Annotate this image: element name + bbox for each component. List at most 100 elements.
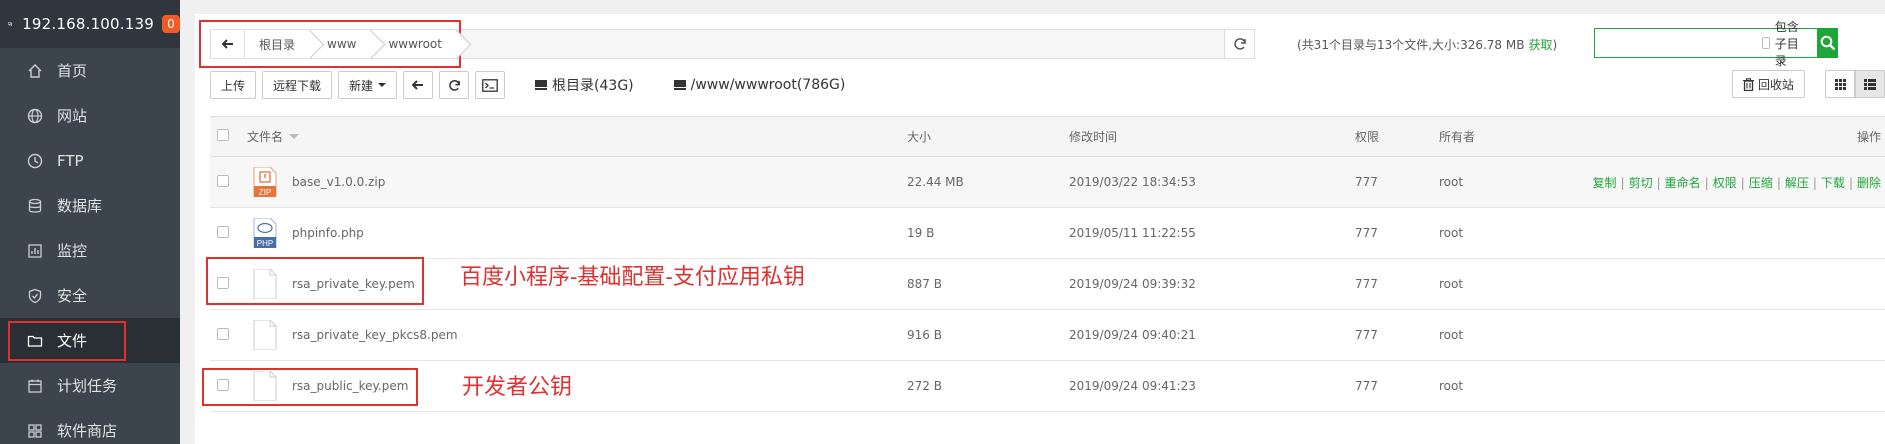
refresh-button[interactable]	[439, 71, 470, 99]
trash-icon	[1742, 77, 1754, 91]
file-name[interactable]: phpinfo.php	[292, 226, 364, 240]
row-checkbox[interactable]	[217, 225, 229, 238]
disk-wwwroot[interactable]: /www/wwwroot(786G)	[673, 77, 845, 93]
search-button[interactable]	[1817, 28, 1838, 58]
table-row[interactable]: ZIP base_v1.0.0.zip 22.44 MB 2019/03/22 …	[210, 157, 1885, 208]
sort-icon	[289, 134, 300, 139]
list-icon	[1864, 78, 1876, 90]
file-name[interactable]: rsa_private_key.pem	[292, 277, 415, 291]
caret-down-icon	[378, 83, 387, 87]
sidebar-item-label: 监控	[57, 242, 88, 260]
sidebar-item-store[interactable]: 软件商店	[0, 408, 180, 444]
include-subdir-checkbox[interactable]: 包含子目录	[1762, 18, 1817, 69]
php-file-icon: PHP	[253, 218, 277, 248]
terminal-icon	[482, 78, 498, 92]
list-view-button[interactable]	[1855, 70, 1885, 98]
header-owner: 所有者	[1439, 130, 1476, 144]
arrow-left-icon	[221, 39, 233, 49]
compress-link[interactable]: 压缩	[1749, 176, 1773, 190]
back-dir-button[interactable]	[403, 71, 434, 99]
row-checkbox[interactable]	[217, 327, 229, 340]
sidebar-item-label: FTP	[57, 151, 84, 170]
sidebar-item-label: 计划任务	[57, 377, 118, 395]
sidebar-item-database[interactable]: 数据库	[0, 183, 180, 228]
view-toggle	[1825, 70, 1885, 98]
file-name[interactable]: base_v1.0.0.zip	[292, 175, 385, 189]
sidebar-item-label: 首页	[57, 62, 88, 80]
file-name[interactable]: rsa_private_key_pkcs8.pem	[292, 328, 458, 342]
svg-text:ZIP: ZIP	[259, 188, 271, 197]
upload-button[interactable]: 上传	[210, 71, 257, 99]
harddisk-icon	[673, 80, 686, 90]
disk-root[interactable]: 根目录(43G)	[535, 75, 634, 95]
private-key-annotation: 百度小程序-基础配置-支付应用私钥	[460, 265, 805, 290]
notification-badge[interactable]: 0	[162, 15, 180, 33]
row-actions: 复制 | 剪切 | 重命名 | 权限 | 压缩 | 解压 | 下载 | 删除	[1592, 175, 1881, 190]
search-input[interactable]	[1595, 29, 1762, 57]
path-input-area[interactable]	[460, 30, 1224, 58]
file-icon	[253, 320, 277, 350]
copy-link[interactable]: 复制	[1593, 176, 1617, 190]
file-icon	[253, 371, 277, 401]
header-size[interactable]: 大小	[907, 128, 1069, 145]
sidebar-item-home[interactable]: 首页	[0, 48, 180, 93]
permission-link[interactable]: 权限	[1713, 176, 1737, 190]
sidebar-item-ftp[interactable]: FTP	[0, 138, 180, 183]
server-header[interactable]: 192.168.100.139 0	[0, 0, 180, 48]
sidebar-item-monitor[interactable]: 监控	[0, 228, 180, 273]
table-row[interactable]: rsa_private_key.pem 887 B 2019/09/24 09:…	[206, 257, 1885, 310]
sidebar-item-tasks[interactable]: 计划任务	[0, 363, 180, 408]
remote-download-button[interactable]: 远程下载	[262, 71, 333, 99]
sidebar-item-label: 网站	[57, 107, 88, 125]
zip-file-icon: ZIP	[253, 167, 277, 197]
toolbar-right: 回收站	[1731, 70, 1885, 98]
table-row[interactable]: PHP phpinfo.php 19 B 2019/05/11 11:22:55…	[210, 208, 1885, 259]
grid-icon	[28, 423, 42, 438]
row-checkbox[interactable]	[217, 174, 229, 187]
ftp-icon	[27, 153, 43, 168]
table-row[interactable]: rsa_public_key.pem 272 B 2019/09/24 09:4…	[202, 361, 1885, 412]
sidebar-item-security[interactable]: 安全	[0, 273, 180, 318]
header-name[interactable]: 文件名	[247, 128, 907, 145]
globe-icon	[27, 108, 43, 123]
download-link[interactable]: 下载	[1821, 176, 1845, 190]
row-checkbox[interactable]	[217, 378, 229, 391]
grid-view-button[interactable]	[1825, 70, 1855, 98]
file-manager-panel: 根目录 www wwwroot (共31个目录与13个文件,大小:326.78 …	[195, 14, 1885, 444]
file-toolbar: 上传 远程下载 新建 根目录(43G) /www/wwwroot(786G)	[210, 70, 845, 100]
rename-link[interactable]: 重命名	[1665, 176, 1701, 190]
cut-link[interactable]: 剪切	[1629, 176, 1653, 190]
breadcrumb-root[interactable]: 根目录	[245, 30, 314, 58]
home-icon	[28, 63, 42, 78]
table-row[interactable]: rsa_private_key_pkcs8.pem 916 B 2019/09/…	[210, 310, 1885, 361]
grid-icon	[1834, 78, 1846, 90]
new-dropdown-button[interactable]: 新建	[338, 71, 398, 99]
get-size-link[interactable]: 获取	[1528, 38, 1552, 52]
database-icon	[28, 198, 42, 213]
calendar-icon	[28, 379, 42, 393]
sidebar-item-label: 安全	[57, 287, 88, 305]
file-name[interactable]: rsa_public_key.pem	[292, 379, 408, 393]
recycle-bin-button[interactable]: 回收站	[1731, 70, 1805, 98]
sidebar-item-label: 软件商店	[57, 422, 118, 440]
monitor-icon	[8, 22, 13, 26]
chart-icon	[28, 243, 42, 258]
breadcrumb-wwwroot[interactable]: wwwroot	[374, 30, 460, 58]
delete-link[interactable]: 删除	[1857, 176, 1881, 190]
select-all-checkbox[interactable]	[217, 129, 229, 141]
back-button[interactable]	[211, 30, 245, 58]
file-table: 文件名 大小 修改时间 权限 所有者 操作 ZIP base_v1.0.0.zi…	[202, 116, 1885, 412]
header-time[interactable]: 修改时间	[1069, 128, 1355, 145]
sidebar-item-label: 文件	[57, 332, 88, 350]
extract-link[interactable]: 解压	[1785, 176, 1809, 190]
terminal-button[interactable]	[475, 71, 506, 99]
sidebar-item-website[interactable]: 网站	[0, 93, 180, 138]
row-checkbox[interactable]	[217, 276, 229, 289]
sidebar-item-files[interactable]: 文件	[0, 318, 180, 363]
directory-summary: (共31个目录与13个文件,大小:326.78 MB 获取)	[1297, 38, 1558, 52]
refresh-path-button[interactable]	[1224, 30, 1254, 58]
svg-text:PHP: PHP	[257, 239, 273, 248]
search-box: 包含子目录	[1594, 20, 1838, 68]
header-ops: 操作	[1856, 130, 1881, 144]
checkbox[interactable]	[1762, 37, 1770, 49]
